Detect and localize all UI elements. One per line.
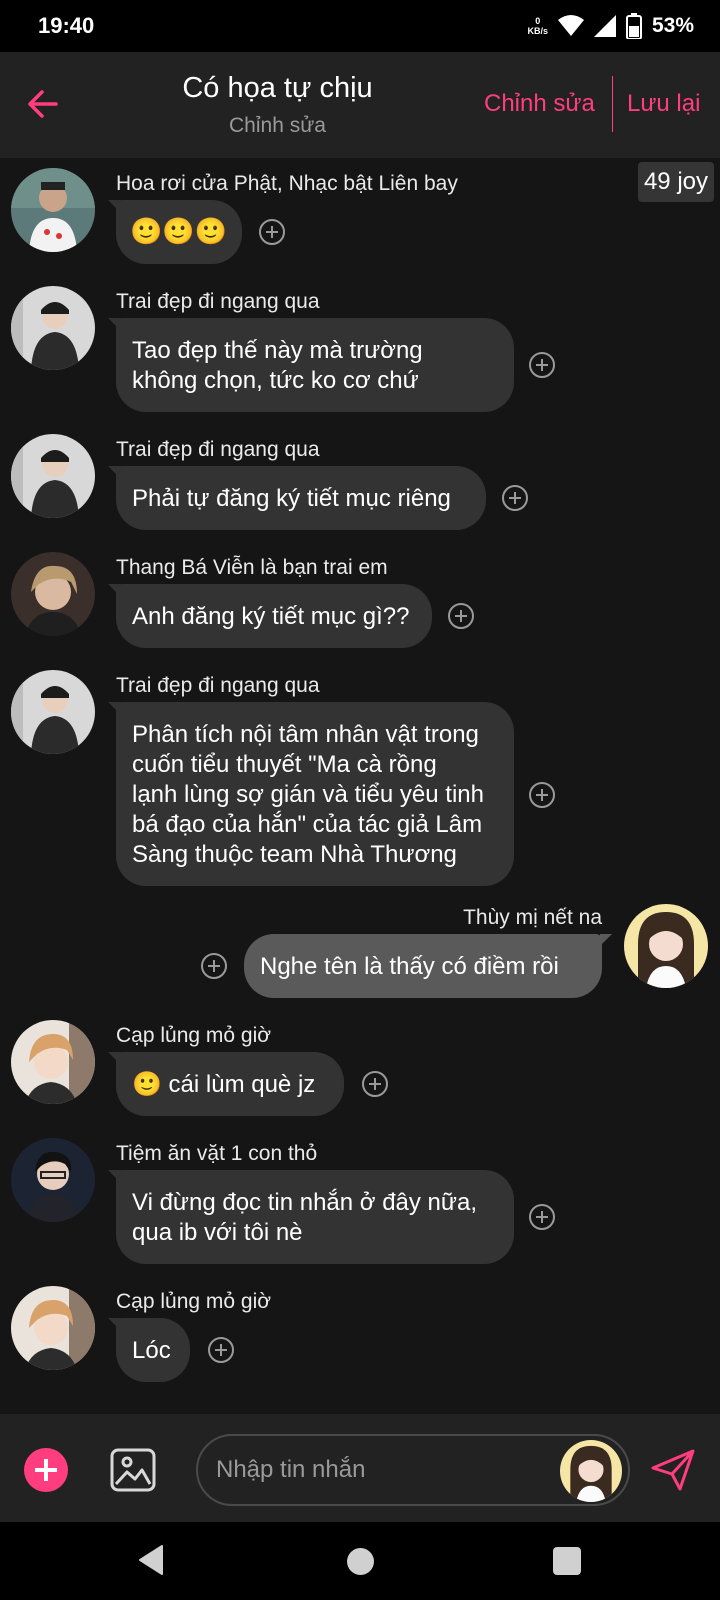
add-reaction-button[interactable]: [529, 1204, 555, 1230]
message-text-line: Phân tích nội tâm nhân vật trong: [132, 721, 479, 748]
avatar[interactable]: [11, 1286, 95, 1370]
add-reaction-button[interactable]: [502, 485, 528, 511]
add-reaction-button[interactable]: [448, 603, 474, 629]
sender-name: Thang Bá Viễn là bạn trai em: [116, 556, 388, 579]
message-bubble[interactable]: Phải tự đăng ký tiết mục riêng: [116, 466, 486, 530]
message-bubble[interactable]: 🙂🙂🙂: [116, 200, 242, 264]
message-text: 🙂 cái lùm què jz: [132, 1071, 316, 1098]
edit-button[interactable]: Chỉnh sửa: [484, 90, 595, 118]
message-text-line: Tao đẹp thế này mà trường: [132, 337, 423, 364]
status-time: 19:40: [38, 13, 95, 38]
status-icons: 0 KB/s 53%: [527, 10, 694, 42]
message-text: 🙂🙂🙂: [130, 216, 228, 246]
add-reaction-button[interactable]: [208, 1337, 234, 1363]
add-reaction-button[interactable]: [529, 782, 555, 808]
message-bubble[interactable]: Anh đăng ký tiết mục gì??: [116, 584, 432, 648]
nav-back-icon[interactable]: [138, 1544, 164, 1576]
message-bubble[interactable]: Phân tích nội tâm nhân vật trong cuốn ti…: [116, 702, 514, 886]
sender-name: Cạp lủng mỏ giờ: [116, 1024, 272, 1047]
attach-button[interactable]: [24, 1448, 68, 1492]
message-text-line: Sàng thuộc team Nhà Thương: [132, 841, 457, 868]
avatar[interactable]: [11, 168, 95, 252]
avatar[interactable]: [11, 1020, 95, 1104]
add-reaction-button[interactable]: [259, 219, 285, 245]
nav-home-icon[interactable]: [347, 1548, 374, 1575]
message-bubble[interactable]: Tao đẹp thế này mà trường không chọn, tứ…: [116, 318, 514, 412]
message-bubble[interactable]: Lóc: [116, 1318, 190, 1382]
send-button[interactable]: [650, 1448, 696, 1492]
avatar[interactable]: [11, 552, 95, 636]
chat-subtitle: Chỉnh sửa: [229, 114, 326, 137]
net-speed-unit: KB/s: [527, 26, 548, 36]
message-text: Anh đăng ký tiết mục gì??: [132, 603, 410, 630]
sender-name: Tiệm ăn vặt 1 con thỏ: [116, 1142, 318, 1165]
chat-header: Có họa tự chịu Chỉnh sửa Chỉnh sửa Lưu l…: [0, 52, 720, 158]
battery-percent: 53%: [651, 14, 694, 37]
joy-badge: 49 joy: [637, 162, 714, 202]
message-composer: [0, 1414, 720, 1522]
message-input-container: [196, 1434, 630, 1506]
sender-name: Hoa rơi cửa Phật, Nhạc bật Liên bay: [116, 172, 458, 195]
nav-recents-icon[interactable]: [553, 1547, 581, 1575]
message-text: Phải tự đăng ký tiết mục riêng: [132, 485, 451, 512]
sender-name: Trai đẹp đi ngang qua: [116, 438, 320, 461]
add-reaction-button[interactable]: [362, 1071, 388, 1097]
image-button[interactable]: [110, 1448, 156, 1492]
header-divider: [612, 76, 613, 132]
avatar[interactable]: [11, 670, 95, 754]
message-bubble[interactable]: Nghe tên là thấy có điềm rồi: [244, 934, 602, 998]
message-bubble[interactable]: 🙂 cái lùm què jz: [116, 1052, 344, 1116]
image-icon: [110, 1448, 156, 1492]
add-reaction-button[interactable]: [529, 352, 555, 378]
save-button[interactable]: Lưu lại: [627, 90, 700, 118]
message-text-line: bá đạo của hắn" của tác giả Lâm: [132, 811, 483, 838]
system-nav-bar: [0, 1522, 720, 1600]
chat-message-list[interactable]: Hoa rơi cửa Phật, Nhạc bật Liên bay 🙂🙂🙂 …: [0, 158, 720, 1414]
message-bubble[interactable]: Vi đừng đọc tin nhắn ở đây nữa, qua ib v…: [116, 1170, 514, 1264]
sender-name: Thùy mị nết na: [463, 906, 602, 929]
wifi-icon: [557, 15, 584, 36]
sender-name: Trai đẹp đi ngang qua: [116, 674, 320, 697]
net-speed: 0 KB/s: [527, 16, 548, 36]
add-reaction-button[interactable]: [201, 953, 227, 979]
back-button[interactable]: [22, 82, 62, 126]
sender-name: Trai đẹp đi ngang qua: [116, 290, 320, 313]
message-text: Nghe tên là thấy có điềm rồi: [260, 953, 559, 980]
message-text-line: qua ib với tôi nè: [132, 1219, 303, 1246]
message-text: Lóc: [132, 1337, 171, 1364]
chat-title: Có họa tự chịu: [182, 72, 373, 104]
persona-avatar[interactable]: [560, 1440, 622, 1502]
message-text-line: cuốn tiểu thuyết "Ma cà rồng: [132, 751, 437, 778]
signal-icon: [593, 15, 616, 37]
net-speed-value: 0: [535, 16, 541, 26]
avatar[interactable]: [11, 1138, 95, 1222]
message-text-line: Vi đừng đọc tin nhắn ở đây nữa,: [132, 1189, 477, 1216]
message-text-line: lạnh lùng sợ gián và tiểu yêu tinh: [132, 781, 484, 808]
arrow-left-icon: [28, 90, 58, 118]
send-icon: [651, 1449, 695, 1491]
avatar[interactable]: [624, 904, 708, 988]
message-text-line: không chọn, tức ko cơ chứ: [132, 367, 419, 394]
avatar[interactable]: [11, 434, 95, 518]
status-bar: 19:40 0 KB/s 53%: [0, 0, 720, 52]
battery-icon: [625, 13, 642, 39]
sender-name: Cạp lủng mỏ giờ: [116, 1290, 272, 1313]
message-input[interactable]: [216, 1448, 546, 1492]
avatar[interactable]: [11, 286, 95, 370]
